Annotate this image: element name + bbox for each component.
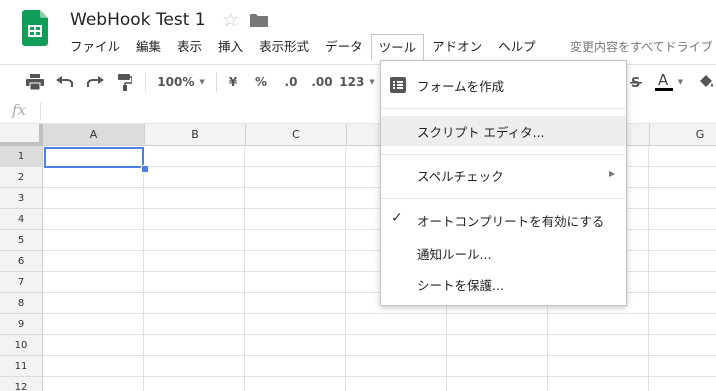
- chevron-down-icon: ▼: [199, 78, 205, 86]
- menu-tools[interactable]: ツール: [370, 34, 425, 60]
- currency-format-button[interactable]: ¥: [222, 65, 244, 99]
- fill-color-icon: [700, 75, 713, 87]
- print-icon: [26, 74, 44, 90]
- row-header-9[interactable]: 9: [0, 314, 43, 335]
- text-color-button[interactable]: A ▼: [652, 65, 686, 99]
- undo-button[interactable]: [52, 65, 78, 99]
- column-header-b[interactable]: B: [145, 124, 246, 146]
- create-form-label: フォームを作成: [417, 78, 505, 94]
- currency-label: ¥: [228, 75, 238, 89]
- protect-sheet-label: シートを保護...: [417, 277, 504, 293]
- toolbar-divider: [145, 72, 146, 92]
- selected-cell-a1[interactable]: [44, 147, 144, 168]
- menu-format[interactable]: 表示形式: [251, 34, 317, 60]
- paint-format-icon: [118, 73, 132, 91]
- menu-item-spellcheck[interactable]: スペルチェック ▶: [381, 160, 626, 190]
- menu-addons[interactable]: アドオン: [424, 34, 490, 60]
- menu-insert[interactable]: 挿入: [210, 34, 251, 60]
- notification-rules-label: 通知ルール...: [417, 246, 492, 262]
- menu-divider: [381, 108, 626, 109]
- header: WebHook Test 1 ☆ ファイル 編集 表示 挿入 表示形式 データ …: [0, 0, 716, 64]
- select-all-corner[interactable]: [0, 124, 43, 146]
- row-header-6[interactable]: 6: [0, 251, 43, 272]
- toolbar-divider: [216, 72, 217, 92]
- submenu-arrow-icon: ▶: [609, 169, 616, 178]
- row-header-8[interactable]: 8: [0, 293, 43, 314]
- decrease-decimal-button[interactable]: .0: [278, 65, 304, 99]
- row-header-10[interactable]: 10: [0, 335, 43, 356]
- more-formats-button[interactable]: 123 ▼: [339, 65, 375, 99]
- sheets-app-icon[interactable]: [22, 10, 48, 46]
- chevron-down-icon: ▼: [369, 78, 375, 86]
- menu-divider: [381, 198, 626, 199]
- svg-text:A: A: [658, 72, 669, 89]
- percent-label: %: [254, 75, 268, 89]
- row-header-2[interactable]: 2: [0, 167, 43, 188]
- column-header-a[interactable]: A: [43, 124, 145, 146]
- chevron-down-icon: ▼: [677, 78, 684, 86]
- zoom-select[interactable]: 100% ▼: [152, 65, 210, 99]
- paint-format-button[interactable]: [112, 65, 138, 99]
- undo-icon: [56, 76, 74, 87]
- redo-icon: [86, 76, 104, 87]
- row-header-5[interactable]: 5: [0, 230, 43, 251]
- row-header-4[interactable]: 4: [0, 209, 43, 230]
- spellcheck-label: スペルチェック: [417, 168, 504, 184]
- text-color-icon: A: [654, 72, 673, 91]
- column-header-g[interactable]: G: [650, 124, 716, 146]
- formula-divider: [40, 102, 41, 120]
- increase-decimal-label: .00: [311, 75, 333, 89]
- decrease-decimal-label: .0: [284, 75, 298, 89]
- menu-file[interactable]: ファイル: [62, 34, 128, 60]
- row-header-3[interactable]: 3: [0, 188, 43, 209]
- menu-view[interactable]: 表示: [169, 34, 210, 60]
- menu-divider: [381, 154, 626, 155]
- column-header-c[interactable]: C: [246, 124, 347, 146]
- menu-item-autocomplete[interactable]: ✓ オートコンプリートを有効にする: [381, 205, 626, 235]
- menu-edit[interactable]: 編集: [128, 34, 169, 60]
- fx-icon: fx: [12, 101, 27, 119]
- autocomplete-label: オートコンプリートを有効にする: [417, 213, 605, 229]
- row-header-7[interactable]: 7: [0, 272, 43, 293]
- script-editor-label: スクリプト エディタ...: [417, 124, 545, 140]
- row-header-12[interactable]: 12: [0, 377, 43, 391]
- redo-button[interactable]: [82, 65, 108, 99]
- row-header-1[interactable]: 1: [0, 146, 43, 167]
- percent-format-button[interactable]: %: [250, 65, 272, 99]
- strikethrough-button[interactable]: S: [626, 65, 646, 99]
- menu-item-notification-rules[interactable]: 通知ルール...: [381, 238, 626, 268]
- menu-data[interactable]: データ: [317, 34, 371, 60]
- fill-handle[interactable]: [141, 165, 149, 173]
- folder-icon[interactable]: [250, 13, 268, 27]
- last-edit-status[interactable]: 変更内容をすべてドライブ: [570, 38, 713, 55]
- increase-decimal-button[interactable]: .00: [308, 65, 336, 99]
- menu-item-protect-sheet[interactable]: シートを保護...: [381, 269, 626, 299]
- fill-color-button[interactable]: [696, 65, 716, 99]
- strikethrough-icon: S: [630, 76, 642, 89]
- menu-help[interactable]: ヘルプ: [490, 34, 544, 60]
- print-button[interactable]: [22, 65, 48, 99]
- menu-item-script-editor[interactable]: スクリプト エディタ...: [381, 116, 626, 146]
- row-header-11[interactable]: 11: [0, 356, 43, 377]
- zoom-value: 100%: [157, 75, 195, 89]
- menu-item-create-form[interactable]: フォームを作成: [381, 70, 626, 100]
- star-icon[interactable]: ☆: [222, 10, 239, 30]
- tools-menu: フォームを作成 スクリプト エディタ... スペルチェック ▶ ✓ オートコンプ…: [380, 60, 627, 306]
- more-formats-label: 123: [339, 75, 365, 89]
- check-icon: ✓: [391, 210, 403, 226]
- form-icon: [390, 77, 406, 93]
- menubar: ファイル 編集 表示 挿入 表示形式 データ ツール アドオン ヘルプ: [62, 34, 544, 60]
- document-title[interactable]: WebHook Test 1: [70, 10, 206, 30]
